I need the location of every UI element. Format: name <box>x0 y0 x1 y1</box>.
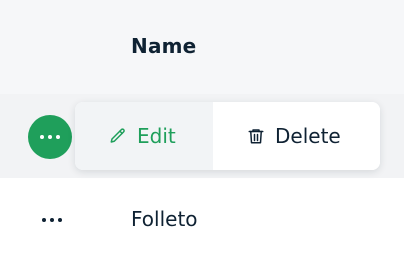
row-actions-menu: Edit Delete <box>75 102 380 170</box>
row-actions-button[interactable] <box>37 210 67 230</box>
delete-menu-item[interactable]: Delete <box>213 102 380 170</box>
data-table: Name Edit Delete Folleto <box>0 0 404 260</box>
row-actions-button-active[interactable] <box>28 115 72 159</box>
trash-icon <box>247 127 265 145</box>
more-horizontal-icon <box>40 135 60 139</box>
delete-menu-label: Delete <box>275 124 341 148</box>
edit-menu-item[interactable]: Edit <box>75 102 213 170</box>
edit-menu-label: Edit <box>137 124 176 148</box>
row-name-cell: Folleto <box>131 207 198 231</box>
more-horizontal-icon <box>42 218 62 222</box>
table-header-row: Name <box>0 0 404 94</box>
column-header-name[interactable]: Name <box>131 34 196 58</box>
pencil-icon <box>109 127 127 145</box>
